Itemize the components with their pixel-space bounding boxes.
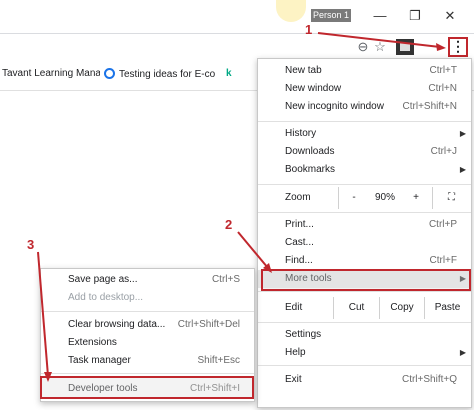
highlight-developer-tools <box>40 376 254 399</box>
more-menu-icon[interactable]: ⋮ <box>448 37 468 57</box>
step-label-2: 2 <box>225 217 233 232</box>
paste-button[interactable]: Paste <box>424 297 470 319</box>
menu-item-new-incognito[interactable]: New incognito window Ctrl+Shift+N <box>258 98 471 116</box>
menu-item-downloads[interactable]: Downloads Ctrl+J <box>258 143 471 161</box>
address-bar[interactable]: ⊖ ☆ <box>0 33 474 61</box>
submenu-arrow-icon: ▶ <box>459 348 466 357</box>
menu-item-history[interactable]: History ▶ <box>258 125 471 143</box>
submenu-item-clear-browsing-data[interactable]: Clear browsing data... Ctrl+Shift+Del <box>41 316 254 334</box>
maximize-icon[interactable]: ❐ <box>405 7 425 25</box>
chrome-main-menu: New tab Ctrl+T New window Ctrl+N New incog… <box>257 58 472 408</box>
edit-row: Edit Cut Copy Paste <box>258 297 471 319</box>
submenu-item-task-manager[interactable]: Task manager Shift+Esc <box>41 352 254 370</box>
menu-separator <box>258 184 471 185</box>
bookmark-item[interactable]: k <box>226 68 232 79</box>
menu-separator <box>258 121 471 122</box>
submenu-item-save-page[interactable]: Save page as... Ctrl+S <box>41 271 254 289</box>
zoom-out-button[interactable]: - <box>338 187 369 209</box>
cut-button[interactable]: Cut <box>333 297 379 319</box>
fullscreen-icon[interactable]: ⛶ <box>432 187 470 209</box>
title-bar: Person 1 — ❐ ✕ <box>0 0 474 32</box>
menu-separator <box>41 311 254 312</box>
menu-separator <box>41 373 254 374</box>
menu-item-help[interactable]: Help ▶ <box>258 344 471 362</box>
zoom-value: 90% <box>374 192 395 203</box>
menu-item-new-tab[interactable]: New tab Ctrl+T <box>258 62 471 80</box>
minimize-icon[interactable]: — <box>370 7 390 25</box>
menu-item-cast[interactable]: Cast... <box>258 234 471 252</box>
menu-item-find[interactable]: Find... Ctrl+F <box>258 252 471 270</box>
star-icon[interactable]: ☆ <box>371 38 389 56</box>
menu-item-settings[interactable]: Settings <box>258 326 471 344</box>
menu-separator <box>258 291 471 292</box>
menu-item-print[interactable]: Print... Ctrl+P <box>258 216 471 234</box>
profile-button[interactable]: Person 1 <box>311 9 351 22</box>
bookmark-favicon-icon: k <box>226 68 232 79</box>
edit-label: Edit <box>285 302 303 313</box>
submenu-arrow-icon: ▶ <box>459 129 466 138</box>
menu-item-bookmarks[interactable]: Bookmarks ▶ <box>258 161 471 179</box>
step-label-3: 3 <box>27 237 35 252</box>
bookmark-item[interactable]: Tavant Learning Mana <box>2 68 100 79</box>
zoom-in-button[interactable]: + <box>401 187 431 209</box>
menu-separator <box>258 365 471 366</box>
zoom-row: Zoom - 90% + ⛶ <box>258 187 471 209</box>
highlight-more-tools <box>261 269 471 291</box>
menu-separator <box>258 322 471 323</box>
step-label-1: 1 <box>305 22 313 37</box>
zoom-icon[interactable]: ⊖ <box>354 38 372 56</box>
close-icon[interactable]: ✕ <box>440 7 460 25</box>
zoom-label: Zoom <box>285 192 311 203</box>
menu-item-new-window[interactable]: New window Ctrl+N <box>258 80 471 98</box>
bookmark-favicon-icon <box>104 68 115 79</box>
submenu-arrow-icon: ▶ <box>459 165 466 174</box>
submenu-item-add-to-desktop[interactable]: Add to desktop... <box>41 289 254 307</box>
menu-item-exit[interactable]: Exit Ctrl+Shift+Q <box>258 371 471 389</box>
copy-button[interactable]: Copy <box>379 297 424 319</box>
menu-separator <box>258 212 471 213</box>
theme-decoration <box>276 0 306 22</box>
submenu-item-extensions[interactable]: Extensions <box>41 334 254 352</box>
bookmark-item[interactable]: Testing ideas for E-co <box>104 68 218 80</box>
extension-icon[interactable] <box>396 39 414 55</box>
